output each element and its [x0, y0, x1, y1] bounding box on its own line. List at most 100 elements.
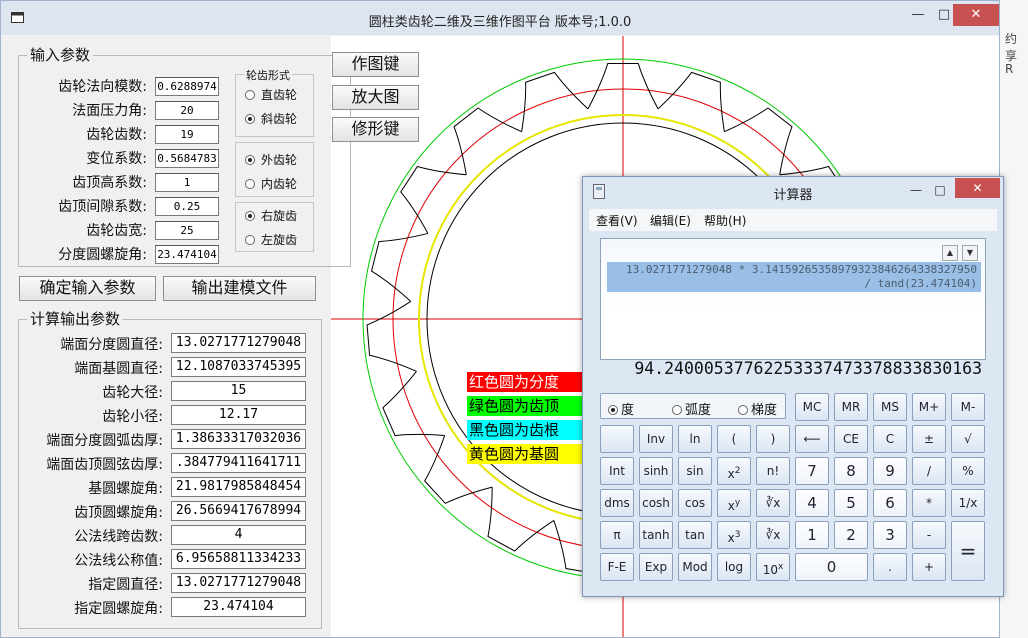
- output-field[interactable]: 13.0271771279048: [171, 333, 306, 353]
- sqrt-button[interactable]: √: [951, 425, 985, 453]
- output-field[interactable]: 21.9817985848454: [171, 477, 306, 497]
- factorial-button[interactable]: n!: [756, 457, 790, 485]
- input-field[interactable]: 0.6288974: [155, 77, 219, 96]
- input-field[interactable]: 0.5684783: [155, 149, 219, 168]
- cosh-button[interactable]: cosh: [639, 489, 673, 517]
- clear-entry-button[interactable]: CE: [834, 425, 868, 453]
- mode-gradians[interactable]: 梯度: [738, 399, 777, 418]
- memory-recall-button[interactable]: MR: [834, 393, 868, 421]
- radio-spur-gear[interactable]: 直齿轮: [245, 86, 297, 103]
- power-button[interactable]: xy: [717, 489, 751, 517]
- digit-0-button[interactable]: 0: [795, 553, 868, 581]
- sin-button[interactable]: sin: [678, 457, 712, 485]
- cos-button[interactable]: cos: [678, 489, 712, 517]
- radio-internal-gear[interactable]: 内齿轮: [245, 175, 297, 192]
- calculator-minimize-button[interactable]: —: [903, 181, 929, 199]
- result-display: 94.24000537762253337473378833830163: [634, 359, 982, 378]
- tan-button[interactable]: tan: [678, 521, 712, 549]
- decimal-button[interactable]: .: [873, 553, 907, 581]
- sinh-button[interactable]: sinh: [639, 457, 673, 485]
- history-scroll-up[interactable]: ▲: [942, 245, 958, 261]
- minimize-button[interactable]: —: [904, 4, 932, 26]
- memory-subtract-button[interactable]: M-: [951, 393, 985, 421]
- yroot-button[interactable]: ∛x: [756, 489, 790, 517]
- output-field[interactable]: 12.1087033745395: [171, 357, 306, 377]
- digit-7-button[interactable]: 7: [795, 457, 829, 485]
- radio-dot: [608, 405, 618, 415]
- memory-clear-button[interactable]: MC: [795, 393, 829, 421]
- cube-button[interactable]: x3: [717, 521, 751, 549]
- left-paren-button[interactable]: (: [717, 425, 751, 453]
- history-scroll-down[interactable]: ▼: [962, 245, 978, 261]
- ten-power-button[interactable]: 10x: [756, 553, 790, 581]
- digit-6-button[interactable]: 6: [873, 489, 907, 517]
- dms-button[interactable]: dms: [600, 489, 634, 517]
- zoom-button[interactable]: 放大图: [332, 85, 419, 110]
- input-field[interactable]: 0.25: [155, 197, 219, 216]
- log-button[interactable]: log: [717, 553, 751, 581]
- digit-1-button[interactable]: 1: [795, 521, 829, 549]
- mode-radians[interactable]: 弧度: [672, 399, 711, 418]
- menu-view[interactable]: 查看(V): [596, 212, 638, 229]
- radio-right-hand[interactable]: 右旋齿: [245, 207, 297, 224]
- clear-button[interactable]: C: [873, 425, 907, 453]
- calculator-maximize-button[interactable]: □: [927, 181, 953, 199]
- digit-3-button[interactable]: 3: [873, 521, 907, 549]
- divide-button[interactable]: /: [912, 457, 946, 485]
- exp-button[interactable]: Exp: [639, 553, 673, 581]
- plus-minus-button[interactable]: ±: [912, 425, 946, 453]
- menu-help[interactable]: 帮助(H): [704, 212, 746, 229]
- input-field[interactable]: 1: [155, 173, 219, 192]
- input-field[interactable]: 20: [155, 101, 219, 120]
- menu-edit[interactable]: 编辑(E): [650, 212, 691, 229]
- output-field[interactable]: 13.0271771279048: [171, 573, 306, 593]
- radio-left-hand[interactable]: 左旋齿: [245, 231, 297, 248]
- memory-store-button[interactable]: MS: [873, 393, 907, 421]
- pi-button[interactable]: π: [600, 521, 634, 549]
- cube-root-button[interactable]: ∛x: [756, 521, 790, 549]
- digit-2-button[interactable]: 2: [834, 521, 868, 549]
- reciprocal-button[interactable]: 1/x: [951, 489, 985, 517]
- export-model-button[interactable]: 输出建模文件: [163, 276, 316, 301]
- input-label: 齿顶间隙系数:: [58, 199, 147, 215]
- output-field[interactable]: 6.95658811334233: [171, 549, 306, 569]
- square-button[interactable]: x2: [717, 457, 751, 485]
- output-field[interactable]: 4: [171, 525, 306, 545]
- input-field[interactable]: 19: [155, 125, 219, 144]
- output-field[interactable]: 23.474104: [171, 597, 306, 617]
- input-field[interactable]: 23.474104: [155, 245, 219, 264]
- digit-4-button[interactable]: 4: [795, 489, 829, 517]
- output-field[interactable]: 12.17: [171, 405, 306, 425]
- calculator-close-button[interactable]: ✕: [955, 178, 1000, 198]
- ln-button[interactable]: ln: [678, 425, 712, 453]
- digit-9-button[interactable]: 9: [873, 457, 907, 485]
- output-field[interactable]: .384779411641711: [171, 453, 306, 473]
- radio-external-gear[interactable]: 外齿轮: [245, 151, 297, 168]
- multiply-button[interactable]: *: [912, 489, 946, 517]
- fe-button[interactable]: F-E: [600, 553, 634, 581]
- digit-8-button[interactable]: 8: [834, 457, 868, 485]
- digit-5-button[interactable]: 5: [834, 489, 868, 517]
- equals-button[interactable]: =: [951, 521, 985, 581]
- mode-degrees[interactable]: 度: [608, 399, 634, 418]
- int-button[interactable]: Int: [600, 457, 634, 485]
- memory-add-button[interactable]: M+: [912, 393, 946, 421]
- add-button[interactable]: +: [912, 553, 946, 581]
- expression-line-1: 13.0271771279048 * 3.1415926535897932384…: [626, 263, 977, 276]
- confirm-input-button[interactable]: 确定输入参数: [19, 276, 156, 301]
- subtract-button[interactable]: -: [912, 521, 946, 549]
- radio-helical-gear[interactable]: 斜齿轮: [245, 110, 297, 127]
- draw-button[interactable]: 作图键: [332, 52, 419, 77]
- output-field[interactable]: 1.38633317032036: [171, 429, 306, 449]
- input-field[interactable]: 25: [155, 221, 219, 240]
- backspace-button[interactable]: ⟵: [795, 425, 829, 453]
- inverse-button[interactable]: Inv: [639, 425, 673, 453]
- modify-button[interactable]: 修形键: [332, 117, 419, 142]
- close-button[interactable]: ✕: [953, 4, 999, 26]
- mod-button[interactable]: Mod: [678, 553, 712, 581]
- percent-button[interactable]: %: [951, 457, 985, 485]
- output-field[interactable]: 15: [171, 381, 306, 401]
- output-field[interactable]: 26.5669417678994: [171, 501, 306, 521]
- right-paren-button[interactable]: ): [756, 425, 790, 453]
- tanh-button[interactable]: tanh: [639, 521, 673, 549]
